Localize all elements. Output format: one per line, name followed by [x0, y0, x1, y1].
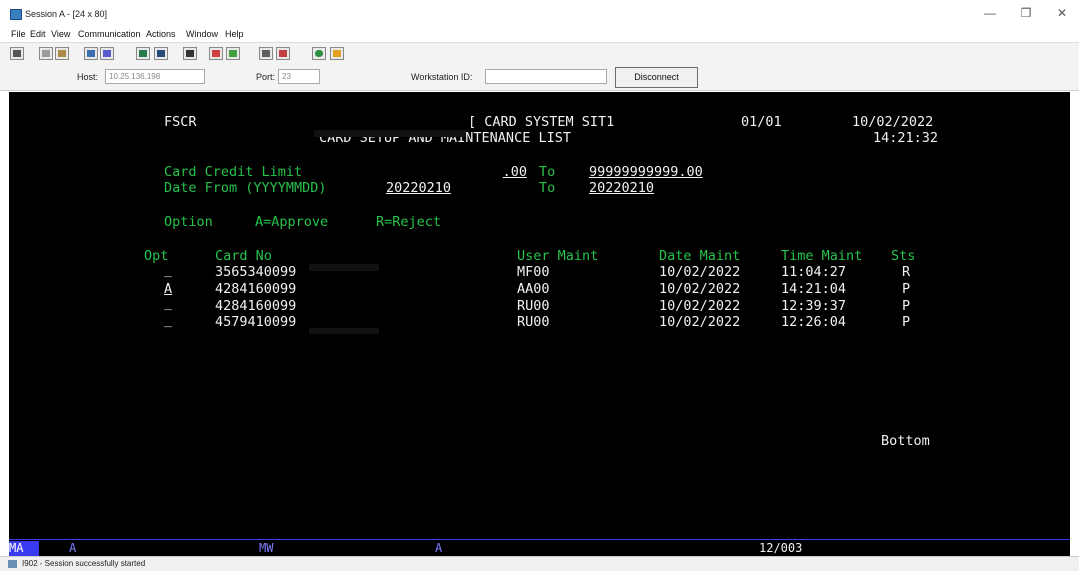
row-time-maint: 12:26:04 [781, 314, 847, 330]
connection-bar: Host: 10.25.136.198 Port: 23 Workstation… [0, 64, 1079, 91]
app-icon [10, 9, 22, 20]
option-approve: A=Approve [255, 214, 329, 230]
row-opt-field[interactable]: _ [164, 262, 172, 278]
menu-actions[interactable]: Actions [146, 29, 176, 39]
date-to-label: To [539, 180, 556, 196]
col-user-maint: User Maint [517, 248, 599, 264]
menu-file[interactable]: File [11, 29, 26, 39]
screen-time: 14:21:32 [873, 130, 939, 146]
keyboard-icon[interactable] [259, 47, 273, 60]
title-bar: Session A - [24 x 80] — ❐ ✕ [0, 0, 1079, 24]
oia-ma-indicator: MA [9, 541, 39, 556]
row-user-maint: AA00 [517, 281, 550, 297]
oia-line: MA A MW A 12/003 [9, 539, 1070, 557]
disconnect-button[interactable]: Disconnect [615, 67, 698, 88]
oia-a2-indicator: A [435, 541, 443, 555]
option-label: Option [164, 214, 213, 230]
color2-icon[interactable] [226, 47, 240, 60]
screen-title-line1: [ CARD SYSTEM SIT1 [468, 114, 615, 130]
row-sts: R [902, 264, 911, 280]
option-reject: R=Reject [376, 214, 442, 230]
row-card-no: 4579410099 [215, 314, 297, 330]
menu-bar: File Edit View Communication Actions Win… [0, 24, 1079, 42]
menu-communication[interactable]: Communication [78, 29, 141, 39]
workstation-label: Workstation ID: [411, 72, 473, 82]
row-date-maint: 10/02/2022 [659, 314, 741, 330]
row-user-maint: RU00 [517, 298, 550, 314]
port-label: Port: [256, 72, 276, 82]
copy-icon[interactable] [39, 47, 53, 60]
row-opt-field[interactable]: _ [164, 295, 172, 311]
oia-a-indicator: A [69, 541, 77, 555]
credit-to-label: To [539, 164, 556, 180]
close-button[interactable]: ✕ [1047, 3, 1077, 23]
row-card-no: 4284160099 [215, 281, 297, 297]
bottom-indicator: Bottom [881, 433, 930, 449]
row-date-maint: 10/02/2022 [659, 264, 741, 280]
globe-icon[interactable] [312, 47, 326, 60]
workstation-field[interactable] [485, 69, 607, 84]
row-card-no: 4284160099 [215, 298, 297, 314]
terminal-screen[interactable]: FSCR [ CARD SYSTEM SIT1 01/01 10/02/2022… [9, 92, 1070, 539]
row-date-maint: 10/02/2022 [659, 281, 741, 297]
paste-icon[interactable] [55, 47, 69, 60]
receive-icon[interactable] [100, 47, 114, 60]
cursor-position: 12/003 [759, 541, 803, 555]
row-date-maint: 10/02/2022 [659, 298, 741, 314]
col-date-maint: Date Maint [659, 248, 741, 264]
credit-limit-label: Card Credit Limit [164, 164, 303, 180]
toolbar [0, 42, 1079, 65]
macro-icon[interactable] [183, 47, 197, 60]
row-time-maint: 14:21:04 [781, 281, 847, 297]
row-card-no: 3565340099 [215, 264, 297, 280]
row-time-maint: 11:04:27 [781, 264, 847, 280]
date-from-label: Date From (YYYYMMDD) [164, 180, 327, 196]
credit-limit-from-field[interactable]: .00 [386, 164, 527, 180]
col-card-no: Card No [215, 248, 272, 264]
screen-id: FSCR [164, 114, 197, 130]
row-time-maint: 12:39:37 [781, 298, 847, 314]
row-user-maint: MF00 [517, 264, 550, 280]
status-message: I902 - Session successfully started [22, 559, 146, 568]
host-field[interactable]: 10.25.136.198 [105, 69, 205, 84]
session-status-icon [8, 560, 17, 568]
row-opt-field[interactable]: _ [164, 312, 172, 328]
redaction [309, 264, 379, 271]
screen-date: 10/02/2022 [852, 114, 934, 130]
port-field[interactable]: 23 [278, 69, 320, 84]
date-to-field[interactable]: 20220210 [589, 180, 654, 196]
window-title: Session A - [24 x 80] [25, 9, 108, 19]
row-user-maint: RU00 [517, 314, 550, 330]
send-icon[interactable] [84, 47, 98, 60]
help-icon[interactable] [330, 47, 344, 60]
redaction [314, 130, 466, 137]
restore-button[interactable]: ❐ [1011, 3, 1041, 23]
col-time-maint: Time Maint [781, 248, 863, 264]
row-sts: P [902, 281, 911, 297]
status-bar: I902 - Session successfully started [0, 556, 1079, 571]
display2-icon[interactable] [154, 47, 168, 60]
date-from-field[interactable]: 20220210 [386, 180, 451, 196]
color-icon[interactable] [209, 47, 223, 60]
host-label: Host: [77, 72, 99, 82]
minimize-button[interactable]: — [975, 3, 1005, 23]
col-sts: Sts [891, 248, 916, 264]
page-indicator: 01/01 [741, 114, 782, 130]
keyboard2-icon[interactable] [276, 47, 290, 60]
display-icon[interactable] [136, 47, 150, 60]
menu-window[interactable]: Window [186, 29, 218, 39]
row-sts: P [902, 314, 911, 330]
menu-view[interactable]: View [51, 29, 70, 39]
redaction [309, 328, 379, 334]
menu-help[interactable]: Help [225, 29, 244, 39]
row-sts: P [902, 298, 911, 314]
oia-mw-indicator: MW [259, 541, 274, 555]
menu-edit[interactable]: Edit [30, 29, 46, 39]
print-icon[interactable] [10, 47, 24, 60]
credit-limit-to-field[interactable]: 99999999999.00 [589, 164, 703, 180]
